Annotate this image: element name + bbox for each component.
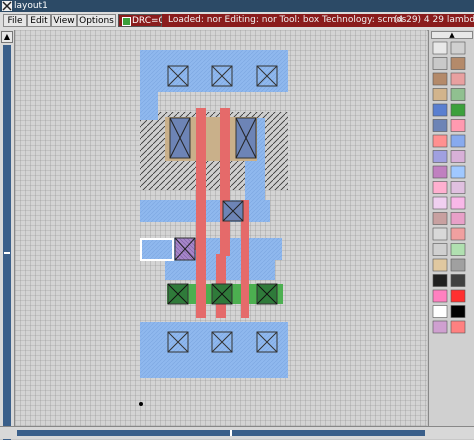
layer-palette: ▲	[428, 30, 474, 432]
layer-swatch[interactable]	[450, 88, 466, 101]
menu-view[interactable]: View	[51, 14, 77, 27]
layer-swatch[interactable]	[450, 212, 466, 225]
layer-swatch[interactable]	[432, 41, 448, 55]
layer-swatch[interactable]	[450, 119, 466, 132]
layer-swatch[interactable]	[432, 196, 448, 210]
menu-options[interactable]: Options	[77, 14, 116, 27]
layer-swatch[interactable]	[450, 165, 466, 179]
status-bar: Loaded: nor Editing: nor Tool: box Techn…	[162, 14, 474, 27]
layer-swatch[interactable]	[450, 150, 466, 163]
contact-pdiff-1[interactable]	[169, 117, 191, 159]
layer-swatch[interactable]	[432, 57, 448, 70]
layer-swatch[interactable]	[450, 243, 466, 256]
vertical-scroll-thumb[interactable]	[3, 45, 11, 440]
layer-swatch[interactable]	[432, 305, 448, 318]
layer-swatch[interactable]	[432, 320, 448, 334]
poly-gate-b[interactable]	[220, 108, 230, 256]
drc-label: DRC=0	[132, 16, 165, 26]
layer-swatch[interactable]	[432, 88, 448, 101]
layer-swatch[interactable]	[450, 320, 466, 334]
layer-swatch[interactable]	[432, 274, 448, 287]
menu-bar: File Edit View Options DRC=0 Loaded: nor…	[0, 12, 474, 31]
layer-swatch[interactable]	[432, 243, 448, 256]
window-titlebar: layout1	[0, 0, 474, 12]
menu-edit[interactable]: Edit	[27, 14, 51, 27]
window-title: layout1	[14, 1, 48, 11]
palette-scroll-up-icon[interactable]: ▲	[431, 31, 473, 39]
layer-swatch[interactable]	[450, 181, 466, 194]
layer-swatch[interactable]	[432, 103, 448, 117]
layer-swatch[interactable]	[432, 165, 448, 179]
metal-input-bar[interactable]	[140, 238, 282, 260]
drc-check-icon	[122, 17, 131, 26]
layer-swatch[interactable]	[432, 258, 448, 272]
layer-swatch[interactable]	[432, 134, 448, 148]
layer-swatch[interactable]	[432, 181, 448, 194]
contact-ndiff-1[interactable]	[167, 283, 189, 305]
origin-marker	[139, 402, 143, 406]
layer-swatches[interactable]	[429, 40, 474, 430]
layer-swatch[interactable]	[450, 72, 466, 86]
status-text: Loaded: nor Editing: nor Tool: box Techn…	[168, 15, 407, 25]
app-icon	[2, 1, 12, 11]
horizontal-scroll-marker	[230, 430, 232, 436]
layer-swatch[interactable]	[450, 289, 466, 303]
layer-swatch[interactable]	[450, 274, 466, 287]
layout-canvas[interactable]	[15, 30, 427, 432]
contact-pdiff-2[interactable]	[235, 117, 257, 159]
layer-swatch[interactable]	[450, 305, 466, 318]
layer-swatch[interactable]	[450, 41, 466, 55]
layer-swatch[interactable]	[450, 134, 466, 148]
contact-ndiff-3[interactable]	[256, 283, 278, 305]
drc-indicator[interactable]: DRC=0	[118, 14, 165, 27]
menu-file[interactable]: File	[3, 14, 27, 27]
layer-swatch[interactable]	[450, 196, 466, 210]
poly-gate-a[interactable]	[196, 108, 206, 318]
layout-drawing[interactable]	[15, 30, 427, 432]
layer-swatch[interactable]	[432, 227, 448, 241]
cursor-coordinates: (4 29) 4 29 lambda	[394, 15, 474, 25]
layer-swatch[interactable]	[450, 258, 466, 272]
contact-ndiff-2[interactable]	[211, 283, 233, 305]
poly-contact[interactable]	[174, 237, 196, 261]
layer-swatch[interactable]	[432, 150, 448, 163]
horizontal-scroll-thumb[interactable]	[17, 430, 425, 436]
scroll-up-icon[interactable]: ▲	[1, 31, 13, 43]
layer-swatch[interactable]	[432, 72, 448, 86]
layer-swatch[interactable]	[450, 57, 466, 70]
contact-mid[interactable]	[222, 200, 244, 222]
layer-swatch[interactable]	[450, 227, 466, 241]
layer-swatch[interactable]	[432, 289, 448, 303]
layer-swatch[interactable]	[432, 119, 448, 132]
layer-swatch[interactable]	[432, 212, 448, 225]
vertical-scrollbar[interactable]: ▲	[0, 30, 15, 440]
metal-strap-left[interactable]	[140, 90, 158, 120]
horizontal-scrollbar[interactable]	[0, 426, 474, 439]
vertical-scroll-marker	[4, 252, 10, 254]
layer-swatch[interactable]	[450, 103, 466, 117]
